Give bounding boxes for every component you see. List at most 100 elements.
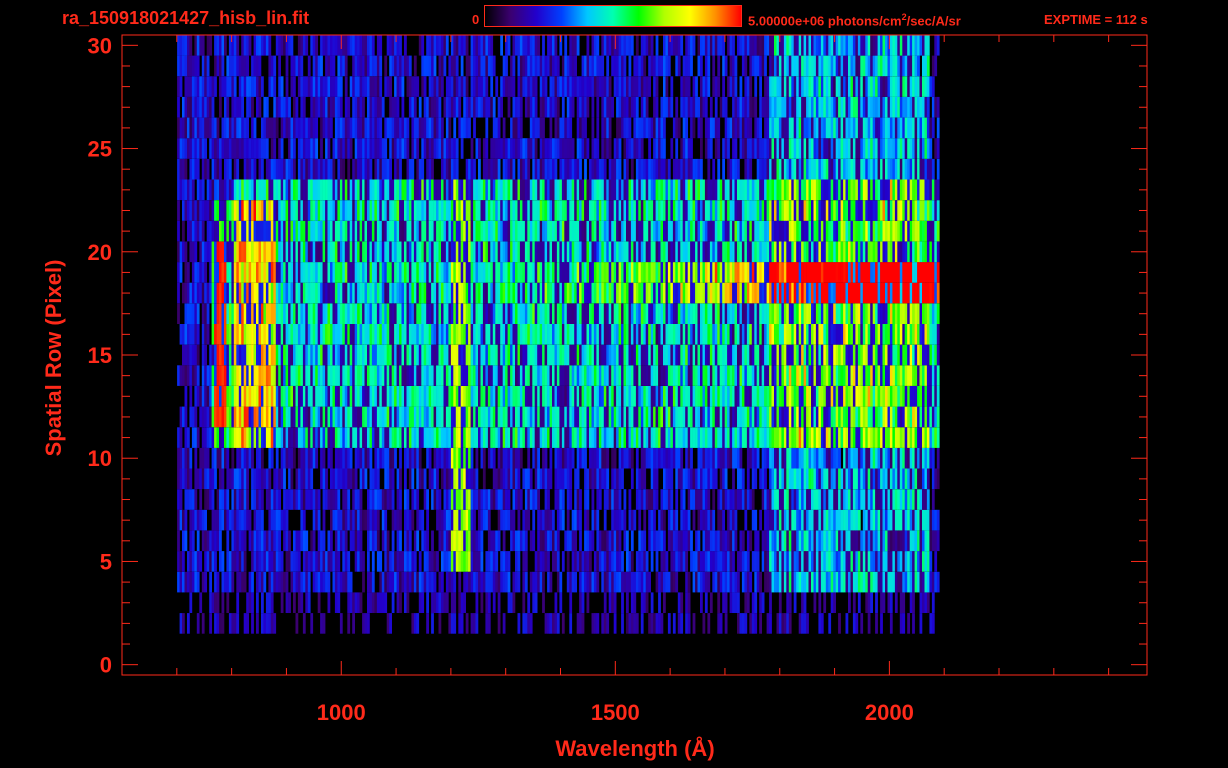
heatmap-cell [793,324,797,345]
heatmap-cell [850,386,854,407]
heatmap-cell [519,406,523,428]
heatmap-cell [776,551,780,572]
heatmap-cell [709,509,713,531]
heatmap-cell [672,509,676,531]
heatmap-cell [231,344,235,366]
heatmap-cell [914,324,918,345]
heatmap-cell [194,509,198,531]
heatmap-cell [381,386,385,407]
heatmap-cell [658,530,661,552]
heatmap-cell [579,303,582,324]
heatmap-cell [228,613,232,634]
heatmap-cell [534,489,538,510]
heatmap-cell [379,241,383,263]
heatmap-cell [248,303,252,324]
heatmap-cell [421,241,425,263]
heatmap-cell [796,324,799,345]
heatmap-cell [746,427,750,448]
heatmap-cell [404,530,407,552]
heatmap-cell [598,303,602,324]
heatmap-cell [813,344,817,366]
heatmap-cell [465,282,469,304]
heatmap-cell [473,324,476,345]
heatmap-cell [187,324,190,345]
heatmap-cell [492,282,496,304]
heatmap-cell [564,427,568,448]
heatmap-cell [759,324,762,345]
heatmap-cell [487,509,491,531]
heatmap-cell [428,571,432,593]
heatmap-cell [894,324,898,345]
heatmap-cell [870,509,873,531]
heatmap-cell [270,551,274,572]
heatmap-cell [470,509,474,531]
heatmap-cell [251,241,254,263]
heatmap-cell [852,468,856,490]
heatmap-cell [818,509,822,531]
heatmap-cell [421,303,425,324]
heatmap-cell [825,530,829,552]
heatmap-cell [359,303,363,324]
heatmap-cell [330,406,333,428]
heatmap-cell [473,530,476,552]
heatmap-cell [485,613,489,634]
heatmap-cell [744,551,748,572]
heatmap-cell [532,365,536,386]
heatmap-cell [591,613,595,634]
heatmap-cell [838,468,841,490]
heatmap-cell [367,447,370,469]
heatmap-cell [820,406,824,428]
heatmap-cell [389,447,392,469]
heatmap-cell [184,365,188,386]
heatmap-cell [778,571,782,593]
heatmap-cell [793,571,797,593]
heatmap-cell [334,365,338,386]
heatmap-cell [712,386,716,407]
heatmap-cell [206,489,210,510]
heatmap-cell [399,509,402,531]
heatmap-cell [463,262,466,283]
heatmap-cell [510,468,513,490]
heatmap-cell [830,592,834,613]
heatmap-cell [670,468,674,490]
heatmap-cell [458,406,462,428]
heatmap-cell [256,262,259,283]
heatmap-cell [618,509,622,531]
heatmap-cell [524,386,528,407]
heatmap-cell [892,427,896,448]
heatmap-cell [722,303,725,324]
heatmap-cell [268,344,272,366]
heatmap-cell [806,427,809,448]
heatmap-cell [737,489,740,510]
heatmap-cell [285,571,289,593]
heatmap-cell [875,365,878,386]
heatmap-cell [258,386,262,407]
heatmap-cell [265,406,269,428]
heatmap-cell [894,344,898,366]
heatmap-cell [391,282,395,304]
heatmap-cell [766,282,770,304]
heatmap-cell [359,427,363,448]
heatmap-cell [838,282,841,304]
heatmap-cell [791,489,795,510]
heatmap-cell [293,282,296,304]
heatmap-cell [293,324,296,345]
heatmap-cell [482,344,486,366]
heatmap-cell [399,241,402,263]
heatmap-cell [480,303,484,324]
heatmap-cell [408,344,412,366]
heatmap-cell [579,427,582,448]
heatmap-cell [798,530,802,552]
heatmap-cell [473,241,476,263]
heatmap-cell [204,427,207,448]
heatmap-cell [569,489,573,510]
heatmap-cell [431,489,434,510]
heatmap-cell [359,447,363,469]
heatmap-cell [352,406,355,428]
heatmap-cell [179,447,183,469]
heatmap-cell [283,468,286,490]
heatmap-cell [569,447,573,469]
heatmap-cell [261,509,264,531]
heatmap-cell [926,427,930,448]
heatmap-cell [877,406,881,428]
